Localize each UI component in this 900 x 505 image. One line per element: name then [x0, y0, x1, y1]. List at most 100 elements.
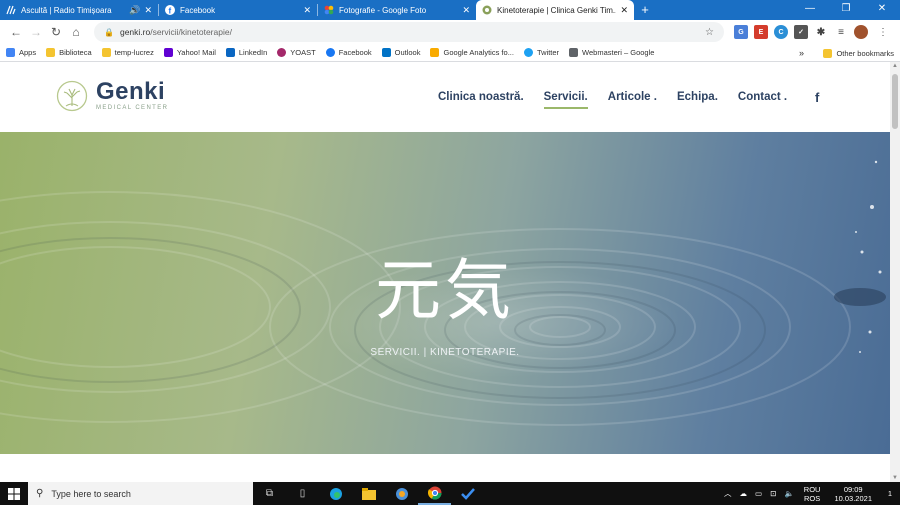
more-menu-icon[interactable]: ⋮: [878, 27, 888, 38]
tab-audio-icon[interactable]: 🔊: [129, 5, 140, 16]
bookmark-star-icon[interactable]: ☆: [705, 27, 714, 38]
address-bar[interactable]: 🔒 genki.ro/servicii/kinetoterapie/ ☆: [94, 22, 724, 42]
bookmark-apps[interactable]: Apps: [6, 48, 36, 57]
menu-item-echipa[interactable]: Echipa.: [677, 91, 718, 103]
browser-tab-strip: Ascultă | Radio Timișoara 🔊 ✕ f Facebook…: [0, 0, 900, 20]
tab-kinetoterapie[interactable]: Kinetoterapie | Clinica Genki Tim... ✕: [476, 0, 634, 20]
c-extension-icon[interactable]: C: [774, 25, 788, 39]
notification-center-icon[interactable]: 1: [880, 489, 900, 498]
logo-name: Genki: [96, 78, 166, 105]
puzzle-extensions-icon[interactable]: ✱: [814, 25, 828, 39]
start-button[interactable]: [0, 482, 28, 505]
task-view-icon[interactable]: ⧉: [253, 482, 286, 505]
menu-item-contact[interactable]: Contact .: [738, 91, 787, 103]
bookmark-google-analytics[interactable]: Google Analytics fo...: [430, 48, 514, 57]
facebook-icon: [325, 48, 335, 57]
volume-icon[interactable]: 🔈: [784, 489, 793, 498]
translate-extension-icon[interactable]: G: [734, 25, 748, 39]
url-text[interactable]: genki.ro/servicii/kinetoterapie/: [120, 27, 705, 37]
svg-text:f: f: [169, 7, 172, 16]
menu-item-servicii[interactable]: Servicii.: [543, 91, 588, 109]
bookmark-twitter[interactable]: Twitter: [523, 48, 560, 57]
tag-extension-icon[interactable]: ✓: [794, 25, 808, 39]
tab-title: Fotografie - Google Foto: [339, 5, 427, 15]
logo-subtitle: MEDICAL CENTER: [96, 105, 169, 111]
clock[interactable]: 09:09 10.03.2021: [834, 485, 872, 503]
bookmark-linkedin[interactable]: LinkedIn: [225, 48, 268, 57]
tab-facebook[interactable]: f Facebook ✕: [159, 0, 317, 20]
outlook-icon: [381, 48, 391, 57]
google-photos-icon: [324, 5, 334, 15]
bookmark-label: LinkedIn: [238, 48, 268, 57]
bookmark-label: YOAST: [290, 48, 316, 57]
bookmark-facebook[interactable]: Facebook: [325, 48, 372, 57]
tab-radio-timisoara[interactable]: Ascultă | Radio Timișoara 🔊 ✕: [0, 0, 158, 20]
genki-logo[interactable]: Genki MEDICAL CENTER: [56, 80, 168, 112]
red-extension-icon[interactable]: E: [754, 25, 768, 39]
system-tray: ︿ ☁ ▭ ⊡ 🔈 ROU ROS 09:09 10.03.2021 1: [720, 482, 900, 505]
maximize-button[interactable]: ❐: [828, 0, 864, 20]
facebook-icon: f: [165, 5, 175, 15]
code-icon: [569, 48, 579, 57]
bookmark-webmasteri[interactable]: Webmasteri – Google: [569, 48, 654, 57]
close-icon[interactable]: ✕: [462, 5, 470, 16]
todo-check-icon[interactable]: [451, 482, 484, 505]
chevron-up-icon[interactable]: ︿: [724, 488, 732, 499]
site-header: Genki MEDICAL CENTER Clinica noastră. Se…: [0, 62, 890, 132]
close-icon[interactable]: ✕: [303, 5, 311, 16]
hero-kanji-title: 元気: [375, 252, 515, 329]
cloud-icon[interactable]: ☁: [740, 489, 748, 498]
menu-item-clinica[interactable]: Clinica noastră.: [438, 91, 524, 103]
scrollbar-thumb[interactable]: [892, 74, 898, 129]
close-window-button[interactable]: ✕: [864, 0, 900, 20]
search-icon: ⚲: [36, 488, 44, 499]
bookmark-folder[interactable]: temp-lucrez: [101, 48, 154, 57]
bookmark-folder[interactable]: Biblioteca: [46, 48, 92, 57]
playlist-icon[interactable]: ≡: [834, 25, 848, 39]
home-icon[interactable]: ⌂: [66, 25, 86, 39]
analytics-icon: [430, 48, 440, 57]
bookmark-outlook[interactable]: Outlook: [381, 48, 420, 57]
bookmark-yoast[interactable]: YOAST: [277, 48, 316, 57]
minimize-button[interactable]: —: [792, 0, 828, 20]
scroll-down-arrow-icon[interactable]: ▼: [890, 475, 900, 481]
facebook-icon[interactable]: f: [815, 90, 819, 105]
edge-browser-icon[interactable]: [319, 482, 352, 505]
scroll-up-arrow-icon[interactable]: ▲: [890, 63, 900, 69]
lock-icon[interactable]: 🔒: [104, 28, 114, 37]
tab-google-photos[interactable]: Fotografie - Google Foto ✕: [318, 0, 476, 20]
profile-avatar[interactable]: [854, 25, 868, 39]
language-indicator[interactable]: ROU ROS: [804, 485, 821, 503]
reload-icon[interactable]: ↻: [46, 25, 66, 39]
network-icon[interactable]: ⊡: [770, 489, 776, 498]
page-scrollbar[interactable]: ▲ ▼: [890, 62, 900, 482]
calendar-app-icon[interactable]: ▯: [286, 482, 319, 505]
battery-icon[interactable]: ▭: [755, 489, 762, 498]
bookmarks-overflow-chevron[interactable]: »: [799, 44, 804, 62]
other-bookmarks[interactable]: Other bookmarks: [823, 44, 894, 62]
bookmark-label: Apps: [19, 48, 37, 57]
globe-app-icon[interactable]: [385, 482, 418, 505]
close-icon[interactable]: ✕: [620, 5, 628, 16]
url-domain: genki.ro: [119, 27, 151, 37]
bookmark-yahoo-mail[interactable]: Yahoo! Mail: [163, 48, 216, 57]
genki-favicon-icon: [482, 5, 492, 15]
bookmark-label: Twitter: [536, 48, 560, 57]
new-tab-button[interactable]: +: [634, 0, 656, 20]
back-arrow-icon[interactable]: ←: [6, 25, 26, 39]
windows-taskbar: ⚲ Type here to search ⧉ ▯ ︿ ☁ ▭ ⊡ 🔈 ROU …: [0, 482, 900, 505]
forward-arrow-icon[interactable]: →: [26, 25, 46, 39]
file-explorer-icon[interactable]: [352, 482, 385, 505]
hero-banner: 元気 SERVICII. | KINETOTERAPIE.: [0, 132, 890, 454]
hero-breadcrumb: SERVICII. | KINETOTERAPIE.: [370, 347, 520, 358]
twitter-icon: [523, 48, 533, 57]
chrome-icon[interactable]: [418, 482, 451, 505]
keyboard-layout: ROS: [803, 493, 821, 503]
bookmark-label: Google Analytics fo...: [443, 48, 514, 57]
menu-item-articole[interactable]: Articole .: [608, 91, 657, 103]
taskbar-search[interactable]: ⚲ Type here to search: [28, 482, 253, 505]
tab-title: Kinetoterapie | Clinica Genki Tim...: [497, 5, 617, 15]
browser-toolbar: ← → ↻ ⌂ 🔒 genki.ro/servicii/kinetoterapi…: [0, 20, 900, 44]
close-icon[interactable]: ✕: [144, 5, 152, 16]
yahoo-mail-icon: [163, 48, 173, 57]
